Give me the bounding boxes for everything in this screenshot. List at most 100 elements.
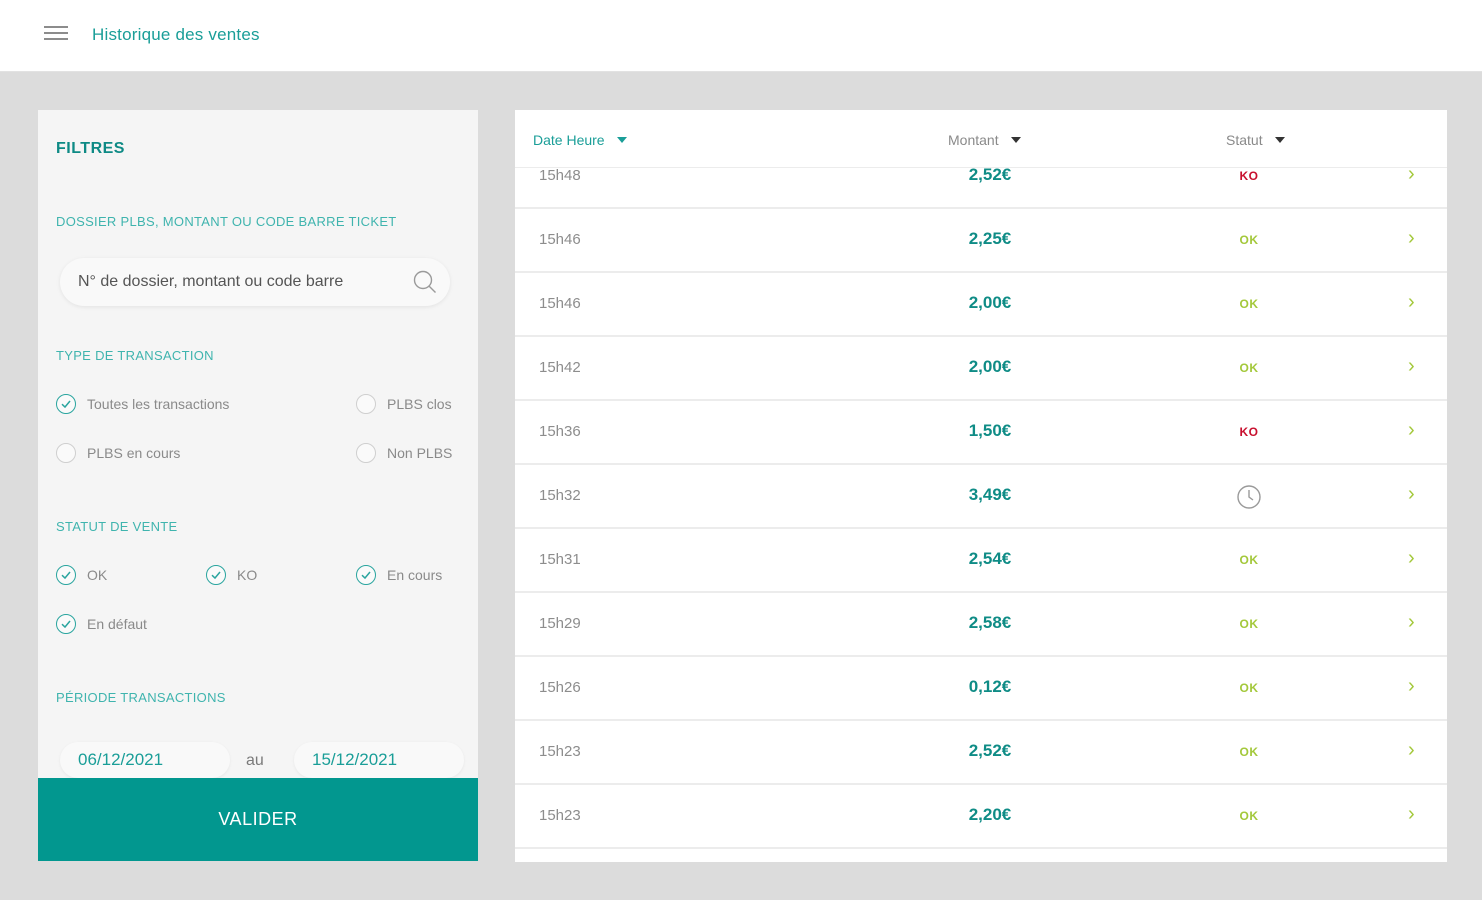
clock-icon xyxy=(1199,484,1299,513)
row-amount: 2,54€ xyxy=(968,549,1012,568)
option-label: Toutes les transactions xyxy=(87,396,230,412)
option-label: KO xyxy=(237,567,258,583)
row-time: 15h23 xyxy=(539,807,581,824)
chevron-right-icon[interactable]: › xyxy=(1408,483,1415,506)
status-badge: OK xyxy=(1239,745,1259,759)
row-amount: 2,52€ xyxy=(968,165,1012,184)
row-time: 15h26 xyxy=(539,679,581,696)
column-label: Montant xyxy=(948,132,999,148)
chevron-right-icon[interactable]: › xyxy=(1408,419,1415,442)
row-time: 15h36 xyxy=(539,423,581,440)
hamburger-menu-icon[interactable] xyxy=(44,26,68,46)
unchecked-icon xyxy=(356,443,376,463)
chevron-right-icon[interactable]: › xyxy=(1408,291,1415,314)
status-badge: OK xyxy=(1239,553,1259,567)
row-time: 15h46 xyxy=(539,231,581,248)
status-ko-checkbox[interactable]: KO xyxy=(206,565,257,585)
row-time: 15h31 xyxy=(539,551,581,568)
table-row[interactable]: 15h26 0,12€ OK › xyxy=(515,657,1447,721)
chevron-right-icon[interactable]: › xyxy=(1408,227,1415,250)
unchecked-icon xyxy=(56,443,76,463)
table-row[interactable]: 15h31 2,54€ OK › xyxy=(515,529,1447,593)
search-box xyxy=(60,258,450,306)
unchecked-icon xyxy=(356,394,376,414)
column-statut[interactable]: Statut xyxy=(1226,132,1285,148)
option-label: PLBS clos xyxy=(387,396,452,412)
table-row[interactable]: 15h32 3,49€ › xyxy=(515,465,1447,529)
filters-title: FILTRES xyxy=(56,140,125,157)
sort-caret-icon xyxy=(1274,137,1285,143)
row-time: 15h29 xyxy=(539,615,581,632)
page-title: Historique des ventes xyxy=(92,25,260,44)
status-badge: OK xyxy=(1239,361,1259,375)
row-time: 15h46 xyxy=(539,295,581,312)
date-to-field[interactable]: 15/12/2021 xyxy=(294,742,464,778)
row-amount: 2,25€ xyxy=(968,229,1012,248)
period-label: PÉRIODE TRANSACTIONS xyxy=(56,690,226,705)
status-en-cours-checkbox[interactable]: En cours xyxy=(356,565,442,585)
row-time: 15h32 xyxy=(539,487,581,504)
column-label: Statut xyxy=(1226,132,1263,148)
row-amount: 2,20€ xyxy=(968,805,1012,824)
checked-icon xyxy=(206,565,226,585)
status-badge: OK xyxy=(1239,809,1259,823)
row-amount: 2,52€ xyxy=(968,741,1012,760)
checked-icon xyxy=(356,565,376,585)
table-header: Date Heure Montant Statut xyxy=(515,110,1447,168)
table-row[interactable]: 15h46 2,25€ OK › xyxy=(515,209,1447,273)
search-section-label: DOSSIER PLBS, MONTANT OU CODE BARRE TICK… xyxy=(56,214,397,229)
column-date-heure[interactable]: Date Heure xyxy=(533,132,627,148)
option-all-transactions[interactable]: Toutes les transactions xyxy=(56,394,229,414)
table-row[interactable]: 15h29 2,58€ OK › xyxy=(515,593,1447,657)
row-amount: 0,12€ xyxy=(968,677,1012,696)
checked-icon xyxy=(56,614,76,634)
option-label: Non PLBS xyxy=(387,445,453,461)
sale-status-label: STATUT DE VENTE xyxy=(56,519,178,534)
status-ok-checkbox[interactable]: OK xyxy=(56,565,107,585)
option-label: OK xyxy=(87,567,108,583)
transaction-type-label: TYPE DE TRANSACTION xyxy=(56,348,214,363)
status-badge: KO xyxy=(1239,425,1259,439)
status-badge: OK xyxy=(1239,681,1259,695)
table-body: 15h48 2,52€ KO › 15h46 2,25€ OK › 15h46 2,00€ OK › 1… xyxy=(515,145,1447,849)
chevron-right-icon[interactable]: › xyxy=(1408,675,1415,698)
chevron-right-icon[interactable]: › xyxy=(1408,803,1415,826)
row-amount: 2,00€ xyxy=(968,357,1012,376)
sales-table: Date Heure Montant Statut 15h48 2,52€ KO › 1… xyxy=(515,110,1447,862)
date-from-field[interactable]: 06/12/2021 xyxy=(60,742,230,778)
chevron-right-icon[interactable]: › xyxy=(1408,355,1415,378)
top-bar: Historique des ventes xyxy=(0,0,1482,72)
sort-caret-icon xyxy=(616,137,627,143)
table-row[interactable]: 15h23 2,52€ OK › xyxy=(515,721,1447,785)
row-time: 15h23 xyxy=(539,743,581,760)
option-label: En cours xyxy=(387,567,443,583)
table-row[interactable]: 15h36 1,50€ KO › xyxy=(515,401,1447,465)
row-amount: 3,49€ xyxy=(968,485,1012,504)
option-label: En défaut xyxy=(87,616,147,632)
sort-caret-icon xyxy=(1010,137,1021,143)
table-row[interactable]: 15h42 2,00€ OK › xyxy=(515,337,1447,401)
table-row[interactable]: 15h46 2,00€ OK › xyxy=(515,273,1447,337)
checked-icon xyxy=(56,565,76,585)
option-label: PLBS en cours xyxy=(87,445,181,461)
status-badge: OK xyxy=(1239,617,1259,631)
status-en-defaut-checkbox[interactable]: En défaut xyxy=(56,614,147,634)
chevron-right-icon[interactable]: › xyxy=(1408,547,1415,570)
validate-button[interactable]: VALIDER xyxy=(38,778,478,861)
option-plbs-en-cours[interactable]: PLBS en cours xyxy=(56,443,180,463)
option-non-plbs[interactable]: Non PLBS xyxy=(356,443,452,463)
column-montant[interactable]: Montant xyxy=(948,132,1021,148)
filters-panel: FILTRES DOSSIER PLBS, MONTANT OU CODE BA… xyxy=(38,110,478,861)
chevron-right-icon[interactable]: › xyxy=(1408,739,1415,762)
status-badge: KO xyxy=(1239,169,1259,183)
search-icon[interactable] xyxy=(412,269,438,295)
row-time: 15h42 xyxy=(539,359,581,376)
search-input[interactable] xyxy=(78,270,408,294)
row-amount: 2,58€ xyxy=(968,613,1012,632)
table-row[interactable]: 15h23 2,20€ OK › xyxy=(515,785,1447,849)
status-badge: OK xyxy=(1239,297,1259,311)
row-amount: 1,50€ xyxy=(968,421,1012,440)
option-plbs-clos[interactable]: PLBS clos xyxy=(356,394,452,414)
row-amount: 2,00€ xyxy=(968,293,1012,312)
chevron-right-icon[interactable]: › xyxy=(1408,611,1415,634)
